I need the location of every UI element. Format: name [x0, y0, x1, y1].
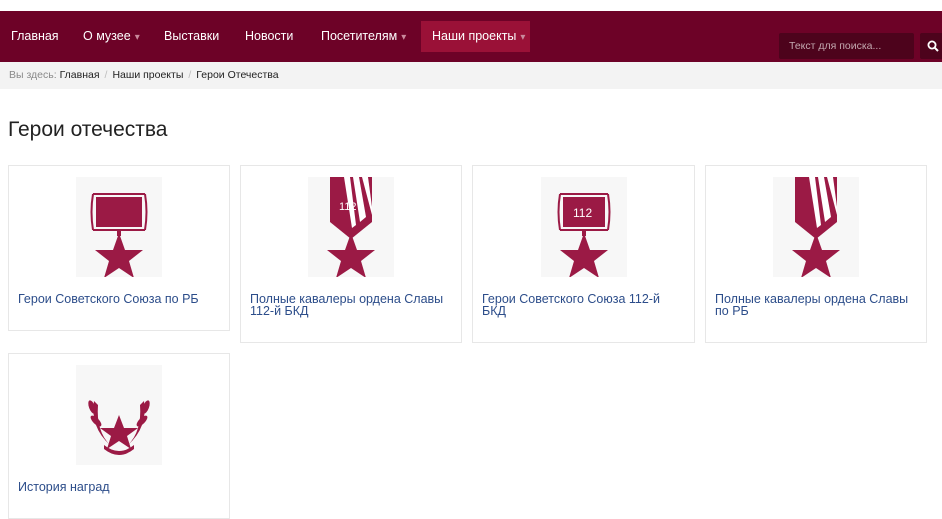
order-of-glory-112-icon: 112: [308, 177, 394, 277]
page-title: Герои отечества: [8, 118, 168, 141]
breadcrumb-current: Герои Отечества: [196, 69, 279, 81]
card-title[interactable]: Герои Советского Союза по РБ: [18, 293, 221, 306]
nav-item-label: О музее: [83, 29, 131, 43]
breadcrumb-link-our-projects[interactable]: Наши проекты: [112, 69, 183, 81]
medal-number: 112: [573, 206, 592, 220]
nav-item-label: Посетителям: [321, 29, 398, 43]
breadcrumb-separator: /: [104, 69, 108, 81]
project-card[interactable]: Герои Советского Союза по РБ: [8, 165, 230, 331]
order-of-glory-icon: [773, 177, 859, 277]
star-laurel-wreath-icon: [76, 365, 162, 465]
nav-item-label: Выставки: [164, 29, 220, 43]
breadcrumb-link-home[interactable]: Главная: [60, 69, 100, 81]
caret-down-icon: ▾: [520, 32, 526, 43]
caret-down-icon: ▾: [401, 32, 407, 43]
nav-item-label: Новости: [245, 29, 294, 43]
nav-item-home[interactable]: Главная: [0, 21, 70, 52]
nav-item-our-projects[interactable]: Наши проекты ▾: [421, 21, 530, 52]
search-button[interactable]: [920, 33, 942, 59]
breadcrumb: Вы здесь: Главная / Наши проекты / Герои Оте…: [0, 62, 942, 89]
nav-item-visitors[interactable]: Посетителям ▾: [310, 21, 417, 52]
project-card[interactable]: Полные кавалеры ордена Славы по РБ: [705, 165, 927, 343]
top-strip: [0, 0, 942, 11]
gold-star-medal-icon: [76, 177, 162, 277]
card-title[interactable]: Герои Советского Союза 112-й БКД: [482, 293, 686, 318]
gold-star-medal-112-icon: 112: [540, 177, 627, 277]
search-input[interactable]: [779, 33, 914, 59]
medal-number: 112: [339, 201, 357, 213]
nav-item-exhibitions[interactable]: Выставки: [153, 21, 230, 52]
nav-item-label: Главная: [11, 29, 59, 43]
search-icon: [927, 40, 939, 52]
caret-down-icon: ▾: [134, 32, 140, 43]
project-card[interactable]: 112 Полные кавалеры ордена Славы 112-й Б…: [240, 165, 462, 343]
breadcrumb-separator: /: [188, 69, 192, 81]
nav-item-news[interactable]: Новости: [234, 21, 304, 52]
main-navbar: Главная О музее ▾ Выставки Новости Посети…: [0, 11, 942, 62]
nav-item-about[interactable]: О музее ▾: [72, 21, 151, 52]
card-title[interactable]: История наград: [18, 481, 221, 494]
nav-item-label: Наши проекты: [432, 29, 517, 43]
project-card[interactable]: История наград: [8, 353, 230, 519]
card-title[interactable]: Полные кавалеры ордена Славы 112-й БКД: [250, 293, 453, 318]
breadcrumb-prefix: Вы здесь:: [9, 69, 57, 81]
project-card[interactable]: 112 Герои Советского Союза 112-й БКД: [472, 165, 695, 343]
card-title[interactable]: Полные кавалеры ордена Славы по РБ: [715, 293, 918, 318]
